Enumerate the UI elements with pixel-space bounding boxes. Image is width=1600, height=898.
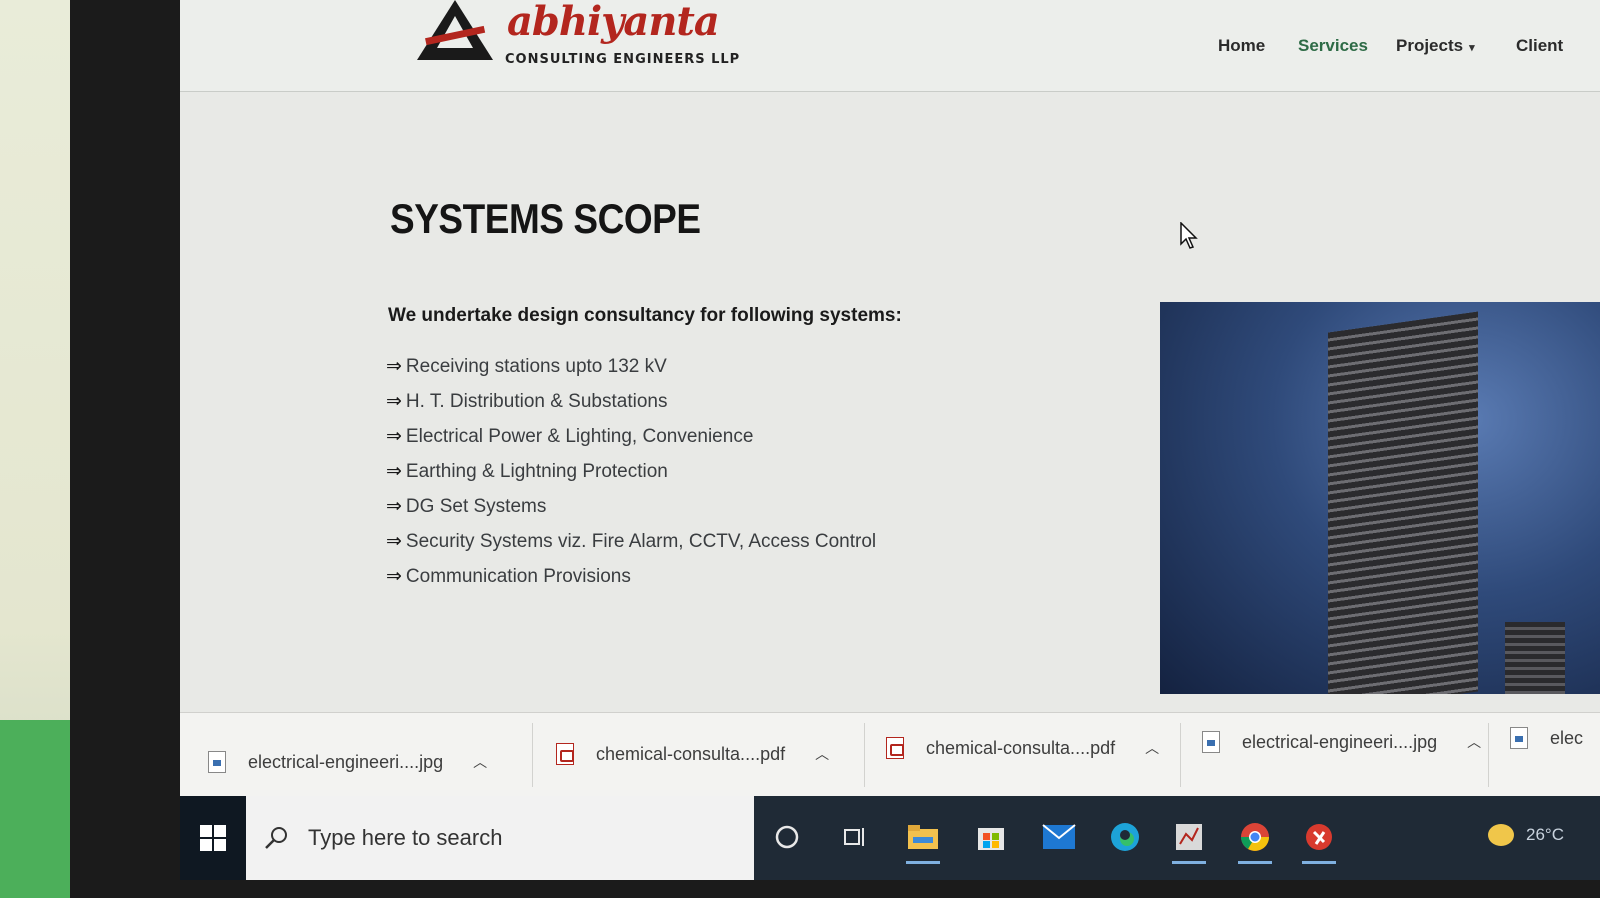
download-item[interactable]: elec	[1510, 721, 1583, 755]
divider	[532, 723, 533, 787]
list-item: ⇒ Security Systems viz. Fire Alarm, CCTV,…	[386, 530, 876, 565]
download-item[interactable]: electrical-engineeri....jpg ︿	[1202, 725, 1481, 759]
weather-icon	[1488, 824, 1514, 846]
chevron-up-icon[interactable]: ︿	[815, 744, 829, 764]
page-title: SYSTEMS SCOPE	[390, 195, 701, 242]
tower-shape	[1328, 311, 1478, 694]
download-filename: electrical-engineeri....jpg	[1242, 731, 1438, 752]
image-file-icon	[208, 751, 226, 773]
list-item: ⇒ DG Set Systems	[386, 495, 876, 530]
nav-home[interactable]: Home	[1218, 36, 1265, 56]
weather-temp: 26°C	[1526, 825, 1564, 844]
image-file-icon	[1202, 731, 1220, 753]
list-item: ⇒ Earthing & Lightning Protection	[386, 460, 876, 495]
download-filename: chemical-consulta....pdf	[926, 737, 1116, 758]
taskbar: Type here to search 26°C	[180, 796, 1600, 880]
divider	[864, 723, 865, 787]
download-item[interactable]: electrical-engineeri....jpg ︿	[208, 745, 487, 779]
weather-widget[interactable]: 26°C	[1488, 824, 1564, 846]
search-placeholder: Type here to search	[308, 825, 503, 850]
start-button[interactable]	[180, 796, 246, 880]
search-icon	[265, 827, 287, 849]
taskbar-search[interactable]: Type here to search	[246, 796, 754, 880]
screen: abhiyanta CONSULTING ENGINEERS LLP Home …	[180, 0, 1600, 880]
list-item: ⇒ Communication Provisions	[386, 565, 876, 600]
background-green-object	[0, 720, 80, 898]
nav-services[interactable]: Services	[1298, 36, 1368, 56]
main-nav: Home Services Projects ▾ Client	[180, 36, 1600, 66]
cortana-icon[interactable]	[768, 818, 806, 856]
active-indicator	[906, 861, 940, 864]
task-view-icon[interactable]	[835, 818, 873, 856]
nav-projects[interactable]: Projects ▾	[1396, 36, 1475, 56]
chrome-icon[interactable]	[1236, 818, 1274, 864]
download-filename: chemical-consulta....pdf	[596, 743, 786, 764]
file-explorer-icon[interactable]	[904, 818, 942, 864]
chevron-up-icon[interactable]: ︿	[1145, 738, 1159, 758]
list-item: ⇒ H. T. Distribution & Substations	[386, 390, 876, 425]
divider	[1488, 723, 1489, 787]
download-item[interactable]: chemical-consulta....pdf ︿	[886, 731, 1159, 765]
list-item-text: Communication Provisions	[405, 566, 631, 587]
divider	[1180, 723, 1181, 787]
list-item-text: Receiving stations upto 132 kV	[405, 356, 667, 377]
download-filename: elec	[1550, 727, 1584, 748]
image-file-icon	[1510, 727, 1528, 749]
list-item: ⇒ Receiving stations upto 132 kV	[386, 355, 876, 390]
arrow-icon: ⇒	[386, 391, 402, 412]
arrow-icon: ⇒	[386, 461, 402, 482]
arrow-icon: ⇒	[386, 356, 402, 377]
active-indicator	[1302, 861, 1336, 864]
arrow-icon: ⇒	[386, 496, 402, 517]
chevron-down-icon: ▾	[1469, 42, 1475, 54]
edge-icon[interactable]	[1106, 818, 1144, 856]
store-icon[interactable]	[972, 818, 1010, 856]
nav-client[interactable]: Client	[1516, 36, 1563, 56]
site-header: abhiyanta CONSULTING ENGINEERS LLP Home …	[180, 0, 1600, 92]
pdf-file-icon	[886, 737, 904, 759]
list-item-text: Earthing & Lightning Protection	[405, 461, 668, 482]
list-item-text: Electrical Power & Lighting, Convenience	[405, 426, 754, 447]
downloads-bar: electrical-engineeri....jpg ︿ chemical-c…	[180, 712, 1600, 796]
active-indicator	[1238, 861, 1272, 864]
nav-projects-label: Projects	[1396, 36, 1464, 55]
list-item: ⇒ Electrical Power & Lighting, Convenienc…	[386, 425, 876, 460]
arrow-icon: ⇒	[386, 426, 402, 447]
systems-list: ⇒ Receiving stations upto 132 kV ⇒ H. T. D…	[386, 355, 876, 600]
tower-shape-secondary	[1505, 622, 1565, 694]
list-item-text: DG Set Systems	[405, 496, 547, 517]
mouse-cursor-icon	[1180, 222, 1198, 249]
app-red-icon[interactable]	[1300, 818, 1338, 864]
pdf-file-icon	[556, 743, 574, 765]
mail-icon[interactable]	[1040, 818, 1078, 856]
chevron-up-icon[interactable]: ︿	[473, 752, 487, 772]
active-indicator	[1172, 861, 1206, 864]
download-item[interactable]: chemical-consulta....pdf ︿	[556, 737, 829, 771]
download-filename: electrical-engineeri....jpg	[248, 751, 444, 772]
intro-text: We undertake design consultancy for foll…	[388, 305, 902, 326]
arrow-icon: ⇒	[386, 566, 402, 587]
windows-logo-icon	[200, 825, 226, 851]
list-item-text: H. T. Distribution & Substations	[405, 391, 668, 412]
app-icon[interactable]	[1170, 818, 1208, 864]
list-item-text: Security Systems viz. Fire Alarm, CCTV, …	[405, 531, 877, 552]
building-image	[1160, 302, 1600, 694]
chevron-up-icon[interactable]: ︿	[1467, 732, 1481, 752]
arrow-icon: ⇒	[386, 531, 402, 552]
